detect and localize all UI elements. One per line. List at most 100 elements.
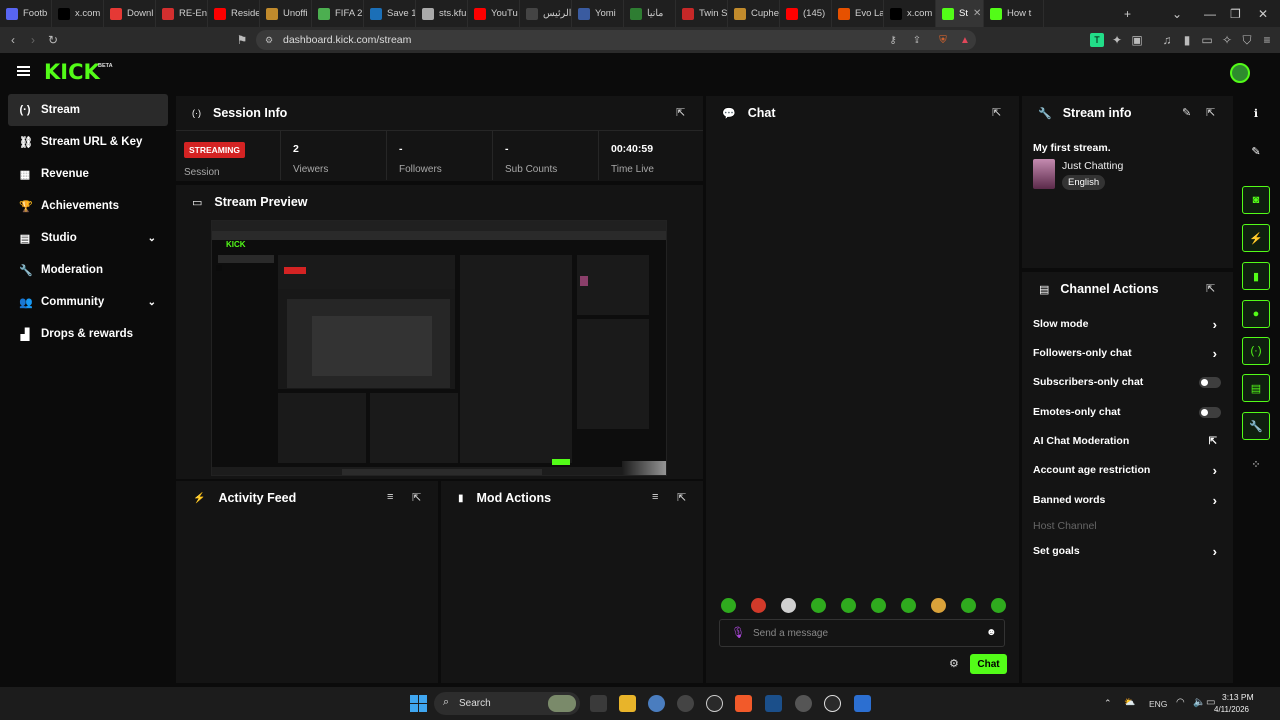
maximize-button[interactable]: ❐ xyxy=(1230,0,1241,27)
browser-tab[interactable]: Yomi xyxy=(572,0,624,27)
close-tab-icon[interactable]: ✕ xyxy=(973,8,981,19)
brave-shield-icon[interactable]: ⛨ xyxy=(936,33,950,47)
popout-icon[interactable]: ⇱ xyxy=(412,491,421,504)
channel-actions-icon[interactable]: ▤ xyxy=(1242,374,1270,402)
media-player-icon[interactable] xyxy=(677,695,694,712)
emote-icon[interactable] xyxy=(991,598,1006,613)
app-icon[interactable] xyxy=(854,695,871,712)
vpn-icon[interactable]: ⛉ xyxy=(1240,33,1254,47)
stream-preview-video[interactable]: KICK xyxy=(211,220,667,476)
popout-icon[interactable]: ⇱ xyxy=(1206,106,1215,119)
bookmark-icon[interactable]: ⚑ xyxy=(235,33,249,47)
popout-icon[interactable]: ⇱ xyxy=(1206,282,1215,295)
sidebar-item-moderation[interactable]: 🔧 Moderation xyxy=(8,254,168,286)
sidebar-item-stream[interactable]: (·) Stream xyxy=(8,94,168,126)
user-avatar[interactable] xyxy=(1230,63,1250,83)
browser-tab[interactable]: الرئيس xyxy=(520,0,572,27)
sidebar-item-community[interactable]: 👥 Community ⌄ xyxy=(8,286,168,318)
toggle-switch[interactable] xyxy=(1199,376,1221,388)
wifi-icon[interactable]: ◠ xyxy=(1176,697,1185,708)
wallet-icon[interactable]: ▭ xyxy=(1200,33,1214,47)
language-indicator[interactable]: ENG xyxy=(1149,699,1167,709)
emote-icon[interactable] xyxy=(871,598,886,613)
media-icon[interactable]: ♫ xyxy=(1160,33,1174,47)
extension-icon[interactable]: T xyxy=(1090,33,1104,47)
channel-action-emotes-only-chat[interactable]: Emotes-only chat xyxy=(1033,402,1221,422)
browser-tab[interactable]: YouTu xyxy=(468,0,520,27)
emote-icon[interactable] xyxy=(811,598,826,613)
chevron-down-icon[interactable]: ⌄ xyxy=(148,297,156,308)
popout-icon[interactable]: ⇱ xyxy=(677,491,686,504)
chevron-right-icon[interactable]: › xyxy=(1213,317,1217,332)
filter-icon[interactable]: ≡ xyxy=(652,491,658,503)
popout-icon[interactable]: ⇱ xyxy=(992,106,1001,119)
browser-tab[interactable]: (145) xyxy=(780,0,832,27)
browser-tab[interactable]: Downl xyxy=(104,0,156,27)
sidebar-item-studio[interactable]: ▤ Studio ⌄ xyxy=(8,222,168,254)
brave-rewards-icon[interactable]: ▲ xyxy=(958,33,972,47)
channel-action-account-age-restriction[interactable]: Account age restriction › xyxy=(1033,460,1221,480)
sidebar-item-revenue[interactable]: ▦ Revenue xyxy=(8,158,168,190)
clock-date[interactable]: 4/11/2026 xyxy=(1214,705,1249,714)
tab-search-icon[interactable]: ⌄ xyxy=(1172,0,1182,27)
browser-tab[interactable]: مانيا xyxy=(624,0,676,27)
info-icon[interactable]: ℹ xyxy=(1242,99,1270,127)
wrench-icon[interactable]: 🔧 xyxy=(1242,412,1270,440)
broadcast-icon[interactable]: (·) xyxy=(1242,337,1270,365)
chevron-right-icon[interactable]: › xyxy=(1213,493,1217,508)
emote-icon[interactable] xyxy=(721,598,736,613)
emote-icon[interactable] xyxy=(841,598,856,613)
taskbar-search[interactable]: ⌕ Search xyxy=(434,692,580,715)
document-icon[interactable]: ▮ xyxy=(1242,262,1270,290)
browser-tab[interactable]: How t xyxy=(984,0,1044,27)
chevron-right-icon[interactable]: › xyxy=(1213,463,1217,478)
toggle-switch[interactable] xyxy=(1199,406,1221,418)
sidebar-item-achievements[interactable]: 🏆 Achievements xyxy=(8,190,168,222)
close-window-button[interactable]: ✕ xyxy=(1258,0,1268,27)
extensions-puzzle-icon[interactable]: ✦ xyxy=(1110,33,1124,47)
forward-icon[interactable]: › xyxy=(26,33,40,47)
edit-icon[interactable]: ✎ xyxy=(1182,106,1191,119)
chat-settings-icon[interactable]: ⚙ xyxy=(949,657,959,670)
camera-icon[interactable]: ◙ xyxy=(1242,186,1270,214)
hamburger-menu-icon[interactable] xyxy=(17,66,30,76)
emote-icon[interactable] xyxy=(961,598,976,613)
steam-icon[interactable] xyxy=(765,695,782,712)
chat-bubble-icon[interactable]: ● xyxy=(1242,300,1270,328)
browser-tab[interactable]: Unoffi xyxy=(260,0,312,27)
channel-action-banned-words[interactable]: Banned words › xyxy=(1033,490,1221,510)
menu-icon[interactable]: ≡ xyxy=(1260,33,1274,47)
screenshot-icon[interactable]: ▣ xyxy=(1130,33,1144,47)
tray-arrow-icon[interactable]: ⌃ xyxy=(1104,698,1112,709)
chevron-right-icon[interactable]: › xyxy=(1213,544,1217,559)
channel-action-subscribers-only-chat[interactable]: Subscribers-only chat xyxy=(1033,372,1221,392)
reload-icon[interactable]: ↻ xyxy=(46,33,60,47)
emote-icon[interactable] xyxy=(751,598,766,613)
brave-browser-icon[interactable] xyxy=(735,695,752,712)
sidebar-item-stream-url-key[interactable]: ⛓ Stream URL & Key xyxy=(8,126,168,158)
chevron-down-icon[interactable]: ⌄ xyxy=(148,233,156,244)
channel-action-set-goals[interactable]: Set goals › xyxy=(1033,541,1221,561)
filter-icon[interactable]: ≡ xyxy=(387,491,393,503)
more-widgets-icon[interactable]: ⁘ xyxy=(1242,450,1270,478)
lightning-icon[interactable]: ⚡ xyxy=(1242,224,1270,252)
back-icon[interactable]: ‹ xyxy=(6,33,20,47)
emote-icon[interactable] xyxy=(901,598,916,613)
emote-icon[interactable] xyxy=(781,598,796,613)
microphone-icon[interactable]: 🎙 xyxy=(731,626,745,639)
share-icon[interactable]: ⇪ xyxy=(910,33,924,47)
channel-action-slow-mode[interactable]: Slow mode › xyxy=(1033,314,1221,334)
sidebar-item-drops-rewards[interactable]: ▟ Drops & rewards xyxy=(8,318,168,350)
chat-send-button[interactable]: Chat xyxy=(970,654,1007,674)
settings-app-icon[interactable] xyxy=(648,695,665,712)
emote-icon[interactable] xyxy=(931,598,946,613)
browser-tab[interactable]: Save 1 xyxy=(364,0,416,27)
popout-icon[interactable]: ⇱ xyxy=(676,106,685,119)
browser-tab[interactable]: x.com xyxy=(884,0,936,27)
volume-icon[interactable]: 🔈 xyxy=(1193,697,1205,708)
browser-tab[interactable]: RE-En xyxy=(156,0,208,27)
chatgpt-icon[interactable] xyxy=(706,695,723,712)
external-link-icon[interactable]: ⇱ xyxy=(1209,436,1217,447)
app-icon[interactable] xyxy=(795,695,812,712)
url-field[interactable]: ⚙ dashboard.kick.com/stream ⚷ ⇪ ⛨ ▲ xyxy=(256,30,976,50)
